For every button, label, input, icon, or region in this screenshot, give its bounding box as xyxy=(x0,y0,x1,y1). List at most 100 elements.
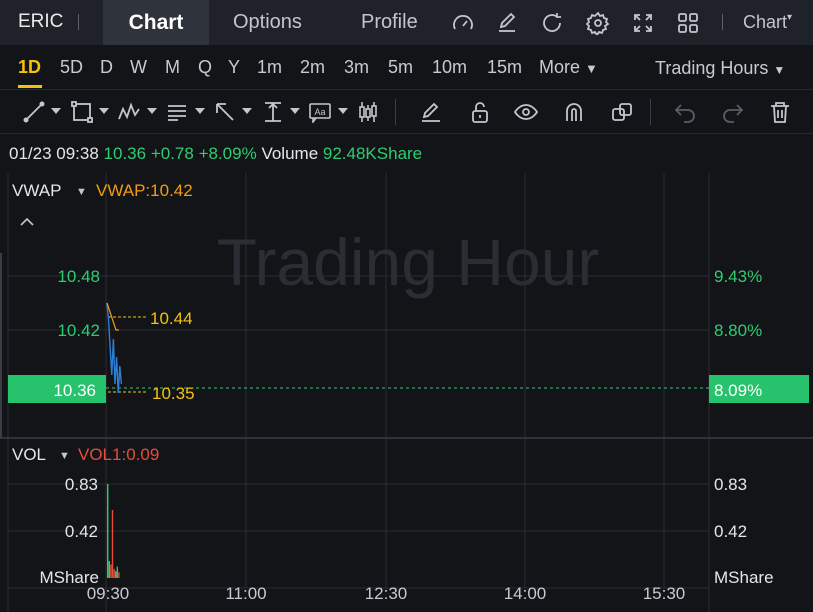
vwap-indicator-label[interactable]: VWAP xyxy=(12,181,61,200)
period-1m[interactable]: 1m xyxy=(257,57,282,78)
grid-icon[interactable] xyxy=(676,11,700,35)
caret-down-icon: ▼ xyxy=(773,63,786,77)
time-axis-label: 09:30 xyxy=(87,584,130,603)
edit-icon[interactable] xyxy=(495,11,519,35)
chart-type-dropdown[interactable]: Chart▾ xyxy=(743,12,792,33)
volume-bar xyxy=(113,568,115,578)
tab-options[interactable]: Options xyxy=(233,11,302,34)
caret-down-icon[interactable]: ▼ xyxy=(76,186,87,198)
tab-chart-label: Chart xyxy=(128,11,184,34)
caret-down-icon: ▼ xyxy=(585,61,598,76)
undo-icon[interactable] xyxy=(673,101,697,123)
trash-icon[interactable] xyxy=(768,101,792,123)
vol-axis-label-left: 0.42 xyxy=(65,522,98,541)
fib-tool-icon[interactable] xyxy=(165,101,189,123)
period-d[interactable]: D xyxy=(100,57,113,78)
caret-down-icon[interactable] xyxy=(195,108,205,114)
quote-info-line: 01/23 09:38 10.36 +0.78 +8.09% Volume 92… xyxy=(9,144,422,164)
period-10m[interactable]: 10m xyxy=(432,57,467,78)
redo-icon[interactable] xyxy=(721,101,745,123)
chart-type-label: Chart xyxy=(743,12,788,32)
quote-change: +0.78 xyxy=(150,144,194,163)
fullscreen-icon[interactable] xyxy=(631,11,655,35)
time-axis-label: 12:30 xyxy=(365,584,408,603)
period-5d[interactable]: 5D xyxy=(60,57,83,78)
current-pct-label: 8.09% xyxy=(714,381,762,400)
speedometer-icon[interactable] xyxy=(451,11,475,35)
eye-icon[interactable] xyxy=(514,101,538,123)
tab-profile[interactable]: Profile xyxy=(361,11,418,34)
volume-label: Volume xyxy=(261,144,319,163)
lock-icon[interactable] xyxy=(468,101,492,123)
candle-tool-icon[interactable] xyxy=(356,101,380,123)
period-2m[interactable]: 2m xyxy=(300,57,325,78)
period-15m[interactable]: 15m xyxy=(487,57,522,78)
period-y[interactable]: Y xyxy=(228,57,240,78)
volume-bar xyxy=(111,510,114,578)
volume-bar xyxy=(108,561,110,578)
vol-unit-label-right: MShare xyxy=(714,568,774,587)
divider xyxy=(722,14,723,30)
volume-bar xyxy=(110,564,112,578)
trading-hours-label: Trading Hours xyxy=(655,58,769,78)
period-w[interactable]: W xyxy=(130,57,147,78)
volume-value: 92.48KShare xyxy=(322,144,423,163)
quote-change-pct: +8.09% xyxy=(198,144,257,163)
line-tool-icon[interactable] xyxy=(22,101,46,123)
price-axis-label-left: 10.48 xyxy=(57,267,100,286)
vol-indicator-label[interactable]: VOL xyxy=(12,445,46,464)
trading-hours-dropdown[interactable]: Trading Hours ▼ xyxy=(655,58,785,79)
ticker-symbol[interactable]: ERIC xyxy=(18,11,63,33)
chart-canvas[interactable]: Trading Hour VWAP ▼ VWAP:10.42 10.48 10.… xyxy=(0,173,813,612)
more-periods-dropdown[interactable]: More ▼ xyxy=(539,57,598,78)
pen-icon[interactable] xyxy=(419,101,443,123)
volume-bar xyxy=(118,572,120,578)
more-label: More xyxy=(539,57,581,77)
refresh-icon[interactable] xyxy=(540,11,564,35)
vol-axis-label-left: 0.83 xyxy=(65,475,98,494)
caret-down-icon[interactable] xyxy=(290,108,300,114)
current-price-label: 10.36 xyxy=(53,381,96,400)
volume-bar xyxy=(116,566,118,578)
magnet-icon[interactable] xyxy=(562,101,586,123)
quote-datetime: 01/23 09:38 xyxy=(9,144,99,163)
caret-down-icon[interactable] xyxy=(99,108,109,114)
caret-down-icon[interactable] xyxy=(338,108,348,114)
vwap-low-marker: 10.35 xyxy=(152,384,195,403)
divider xyxy=(78,14,79,30)
pct-axis-label-right: 9.43% xyxy=(714,267,762,286)
pct-axis-label-right: 8.80% xyxy=(714,321,762,340)
caret-down-icon[interactable] xyxy=(242,108,252,114)
tab-chart[interactable]: Chart xyxy=(103,0,209,45)
rectangle-tool-icon[interactable] xyxy=(70,101,94,123)
caret-down-icon[interactable] xyxy=(147,108,157,114)
collapse-chevron-icon[interactable] xyxy=(20,217,34,226)
top-bar: ERIC Chart Options Profile Chart▾ xyxy=(0,0,813,45)
vol-axis-label-right: 0.83 xyxy=(714,475,747,494)
measure-tool-icon[interactable] xyxy=(261,101,285,123)
vol-axis-label-right: 0.42 xyxy=(714,522,747,541)
period-5m[interactable]: 5m xyxy=(388,57,413,78)
period-q[interactable]: Q xyxy=(198,57,212,78)
volume-bar xyxy=(115,571,117,578)
svg-text:Aa: Aa xyxy=(314,107,325,117)
vwap-high-marker: 10.44 xyxy=(150,309,193,328)
period-m[interactable]: M xyxy=(165,57,180,78)
caret-down-icon[interactable]: ▼ xyxy=(59,450,70,462)
period-bar: 1D 5D D W M Q Y 1m 2m 3m 5m 10m 15m More… xyxy=(0,45,813,90)
period-1d[interactable]: 1D xyxy=(18,57,41,78)
period-3m[interactable]: 3m xyxy=(344,57,369,78)
settings-icon[interactable] xyxy=(586,11,610,35)
quote-price: 10.36 xyxy=(103,144,147,163)
watermark-text: Trading Hour xyxy=(217,225,600,299)
drawing-toolbar: Aa xyxy=(0,91,813,134)
pattern-tool-icon[interactable] xyxy=(117,101,141,123)
chart-area[interactable]: Trading Hour VWAP ▼ VWAP:10.42 10.48 10.… xyxy=(0,173,813,612)
divider xyxy=(395,99,396,125)
time-axis-label: 14:00 xyxy=(504,584,547,603)
text-tool-icon[interactable]: Aa xyxy=(308,101,332,123)
active-period-indicator xyxy=(18,85,42,88)
copy-icon[interactable] xyxy=(610,101,634,123)
arrow-tool-icon[interactable] xyxy=(213,101,237,123)
caret-down-icon[interactable] xyxy=(51,108,61,114)
